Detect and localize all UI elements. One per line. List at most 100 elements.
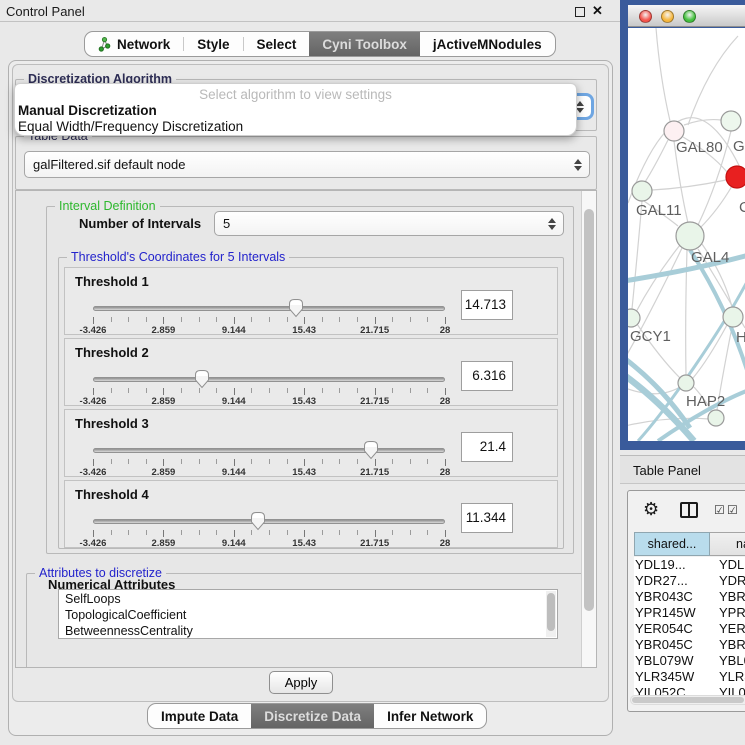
network-node-label: C xyxy=(739,199,745,216)
table-cell: YBL079W xyxy=(634,653,711,669)
slider-track[interactable] xyxy=(93,519,445,524)
network-node[interactable] xyxy=(632,181,652,201)
table-row[interactable]: YBR045CYBR0 xyxy=(634,637,745,653)
tab-network-label: Network xyxy=(117,37,170,52)
mac-close-button[interactable] xyxy=(639,10,652,23)
algorithm-item-equal-width[interactable]: Equal Width/Frequency Discretization xyxy=(18,119,243,134)
table-row[interactable]: YBR043CYBR0 xyxy=(634,589,745,605)
table-body: YDL19...YDL1YDR27...YDR2YBR043CYBR0YPR14… xyxy=(634,557,745,695)
table-panel-box: ⚙ ☑ ☑ shared... na YDL19...YDL1YDR27...Y… xyxy=(627,490,745,712)
mac-minimize-button[interactable] xyxy=(661,10,674,23)
tab-network[interactable]: Network xyxy=(85,32,183,56)
network-node[interactable] xyxy=(678,375,694,391)
combo-spinner-icon xyxy=(547,218,556,230)
network-node[interactable] xyxy=(664,121,684,141)
tab-jactivemnodules[interactable]: jActiveMNodules xyxy=(420,32,555,56)
table-horizontal-scrollbar[interactable] xyxy=(630,695,745,705)
slider-thumb[interactable] xyxy=(250,511,266,531)
attribute-item[interactable]: SelfLoops xyxy=(59,590,557,606)
table-row[interactable]: YPR145WYPR1 xyxy=(634,605,745,621)
apply-button[interactable]: Apply xyxy=(269,671,333,694)
network-node-label: G. xyxy=(733,138,745,155)
table-row[interactable]: YLR345WYLR3 xyxy=(634,669,745,685)
tab-select[interactable]: Select xyxy=(244,32,310,56)
network-edge xyxy=(645,140,668,182)
table-data-combobox[interactable]: galFiltered.sif default node xyxy=(24,151,590,178)
tab-impute-data[interactable]: Impute Data xyxy=(148,704,251,728)
algorithm-item-manual[interactable]: Manual Discretization xyxy=(18,103,157,118)
gear-icon[interactable]: ⚙ xyxy=(643,499,659,520)
slider-track[interactable] xyxy=(93,306,445,311)
network-node[interactable] xyxy=(726,166,745,188)
scrollbar-thumb[interactable] xyxy=(584,209,594,611)
table-row[interactable]: YER054CYER0 xyxy=(634,621,745,637)
threshold-value-field[interactable]: 6.316 xyxy=(461,361,513,391)
tab-style[interactable]: Style xyxy=(184,32,242,56)
algorithm-placeholder-item[interactable]: Select algorithm to view settings xyxy=(15,87,576,102)
settings-scrollbar[interactable] xyxy=(581,191,596,667)
network-view-canvas[interactable]: GAL80G.CGAL11GAL4GCY1HHAP2 xyxy=(628,28,745,441)
threshold-value-field[interactable]: 11.344 xyxy=(461,503,513,533)
close-icon[interactable]: ✕ xyxy=(592,3,603,19)
float-window-icon[interactable] xyxy=(575,7,585,17)
checkbox-icon[interactable]: ☑ xyxy=(714,503,725,517)
control-panel-titlebar: Control Panel ✕ xyxy=(0,0,620,22)
slider-ticks xyxy=(93,530,445,538)
settings-scroll-area: Interval Definition Number of Intervals … xyxy=(15,190,597,668)
threshold-panel: Threshold 4 -3.4262.8599.14415.4321.7152… xyxy=(64,480,558,548)
table-row[interactable]: YBL079WYBL0 xyxy=(634,653,745,669)
numerical-attributes-list[interactable]: SelfLoopsTopologicalCoefficientBetweenne… xyxy=(58,589,558,639)
tab-cyni-toolbox[interactable]: Cyni Toolbox xyxy=(309,32,420,56)
slider-thumb[interactable] xyxy=(363,440,379,460)
algorithm-dropdown-popup: Select algorithm to view settings Manual… xyxy=(14,83,577,136)
table-row[interactable]: YDL19...YDL1 xyxy=(634,557,745,573)
tab-discretize-data[interactable]: Discretize Data xyxy=(251,704,374,728)
tab-impute-data-label: Impute Data xyxy=(161,709,238,724)
slider-track[interactable] xyxy=(93,377,445,382)
threshold-slider[interactable]: -3.4262.8599.14415.4321.71528 xyxy=(93,448,445,478)
threshold-slider[interactable]: -3.4262.8599.14415.4321.71528 xyxy=(93,377,445,407)
network-node[interactable] xyxy=(721,111,741,131)
threshold-panel: Threshold 2 -3.4262.8599.14415.4321.7152… xyxy=(64,338,558,406)
network-window-titlebar xyxy=(628,5,745,27)
table-cell: YLR3 xyxy=(711,669,745,685)
network-node[interactable] xyxy=(628,309,640,327)
table-cell: YDR2 xyxy=(711,573,745,589)
attribute-item[interactable]: BetweennessCentrality xyxy=(59,622,557,638)
slider-ticks xyxy=(93,317,445,325)
table-row[interactable]: YDR27...YDR2 xyxy=(634,573,745,589)
threshold-value-field[interactable]: 21.4 xyxy=(461,432,513,462)
slider-thumb[interactable] xyxy=(288,298,304,318)
number-of-intervals-combobox[interactable]: 5 xyxy=(214,211,564,236)
slider-track[interactable] xyxy=(93,448,445,453)
table-cell: YBR0 xyxy=(711,589,745,605)
combo-spinner-icon xyxy=(573,159,582,171)
checkbox-icon[interactable]: ☑ xyxy=(727,503,738,517)
network-node[interactable] xyxy=(708,410,724,426)
threshold-slider[interactable]: -3.4262.8599.14415.4321.71528 xyxy=(93,306,445,336)
attributes-scrollbar[interactable] xyxy=(546,591,556,637)
tab-infer-network[interactable]: Infer Network xyxy=(374,704,486,728)
network-node-label: H xyxy=(736,329,745,346)
network-edge xyxy=(693,325,727,378)
mac-zoom-button[interactable] xyxy=(683,10,696,23)
table-row[interactable]: YIL052CYIL0 xyxy=(634,685,745,695)
threshold-value-field[interactable]: 14.713 xyxy=(461,290,513,320)
network-node[interactable] xyxy=(676,222,704,250)
scrollbar-thumb[interactable] xyxy=(547,593,555,631)
network-node-label: GCY1 xyxy=(630,328,671,345)
table-cell: YIL0 xyxy=(711,685,745,695)
table-data-selected-value: galFiltered.sif default node xyxy=(33,157,185,172)
split-columns-icon[interactable] xyxy=(680,502,698,518)
threshold-slider[interactable]: -3.4262.8599.14415.4321.71528 xyxy=(93,519,445,549)
threshold-panel: Threshold 1 -3.4262.8599.14415.4321.7152… xyxy=(64,267,558,335)
control-panel-tabbar: Network Style Select Cyni Toolbox jActiv… xyxy=(84,31,556,57)
scrollbar-thumb[interactable] xyxy=(632,697,744,703)
slider-thumb[interactable] xyxy=(194,369,210,389)
column-header-name[interactable]: na xyxy=(710,532,745,556)
attribute-item[interactable]: TopologicalCoefficient xyxy=(59,606,557,622)
table-cell: YLR345W xyxy=(634,669,711,685)
column-header-shared[interactable]: shared... xyxy=(634,532,710,556)
threshold-label: Threshold 2 xyxy=(75,345,149,360)
network-node[interactable] xyxy=(723,307,743,327)
